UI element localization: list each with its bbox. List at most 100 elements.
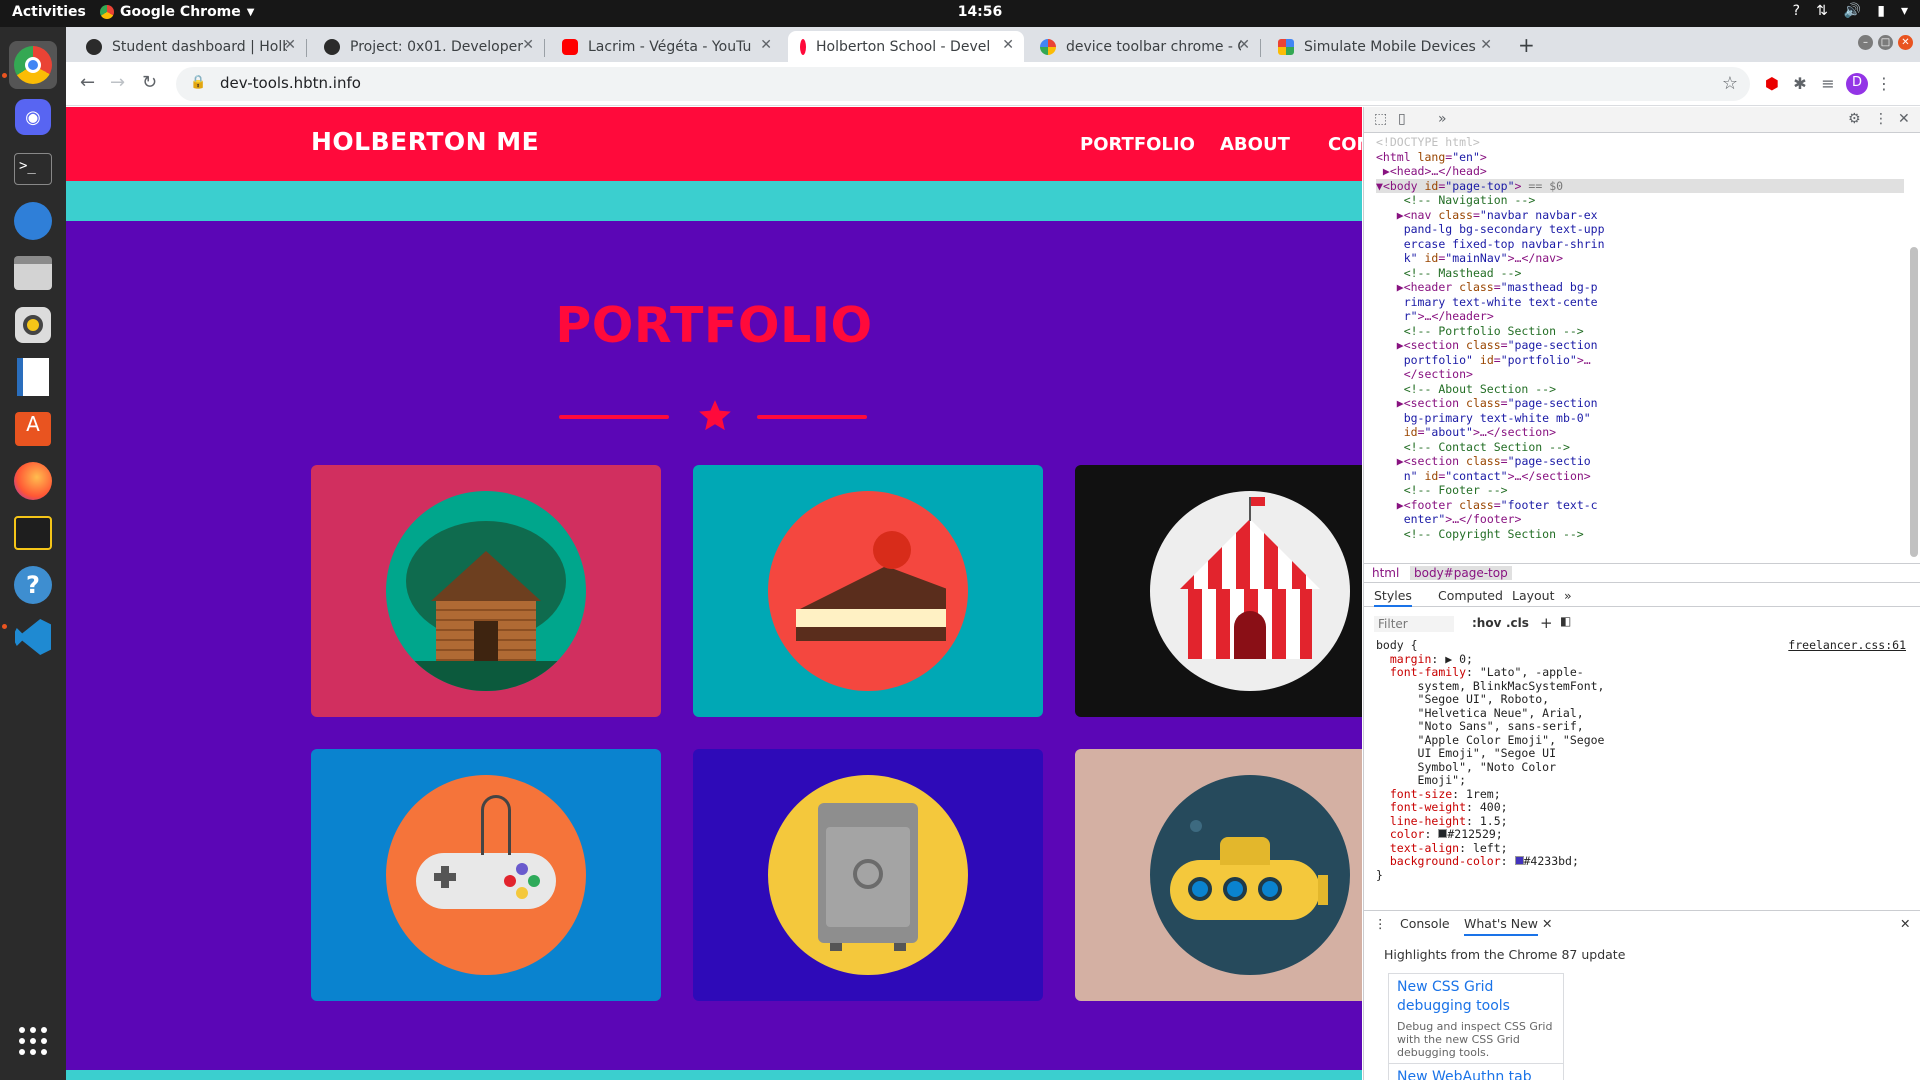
profile-avatar[interactable]: D: [1846, 73, 1868, 95]
tab-computed[interactable]: Computed: [1438, 588, 1503, 603]
dom-node-line[interactable]: ercase fixed-top navbar-shrin: [1376, 237, 1904, 252]
devtools-menu-icon[interactable]: ⋮: [1874, 111, 1888, 127]
new-tab-button[interactable]: +: [1518, 33, 1535, 57]
tab-console[interactable]: Console: [1400, 916, 1450, 931]
writer-icon[interactable]: [9, 353, 57, 401]
style-declaration[interactable]: background-color: #4233bd;: [1376, 854, 1906, 869]
tab-student-dashboard[interactable]: Student dashboard | Holb ✕: [74, 31, 306, 62]
tab-layout[interactable]: Layout: [1512, 588, 1555, 603]
vscode-icon[interactable]: [9, 613, 57, 661]
tab-holberton-active[interactable]: Holberton School - Develo ✕: [788, 31, 1024, 62]
dom-node-line[interactable]: <!-- Footer -->: [1376, 483, 1904, 498]
dom-scrollbar[interactable]: [1910, 247, 1918, 557]
dom-node-line[interactable]: <!-- Masthead -->: [1376, 266, 1904, 281]
style-declaration[interactable]: UI Emoji", "Segoe UI: [1376, 746, 1906, 761]
nav-link-portfolio[interactable]: PORTFOLIO: [1080, 134, 1195, 155]
styles-filter-input[interactable]: Filter: [1374, 616, 1454, 632]
dom-node-line[interactable]: ▶<nav class="navbar navbar-ex: [1376, 208, 1904, 223]
address-bar[interactable]: 🔒 dev-tools.hbtn.info ☆: [176, 67, 1750, 101]
style-declaration[interactable]: "Segoe UI", Roboto,: [1376, 692, 1906, 707]
style-declaration[interactable]: }: [1376, 868, 1906, 883]
close-icon[interactable]: ✕: [1002, 37, 1014, 53]
clock[interactable]: 14:56: [940, 4, 1020, 20]
nav-link-about[interactable]: ABOUT: [1220, 134, 1290, 155]
dom-node-line[interactable]: ▶<section class="page-sectio: [1376, 454, 1904, 469]
bookmark-star-icon[interactable]: ☆: [1722, 73, 1738, 94]
thunderbird-icon[interactable]: [9, 197, 57, 245]
settings-gear-icon[interactable]: ⚙: [1848, 111, 1861, 127]
rhythmbox-icon[interactable]: [9, 301, 57, 349]
whats-new-card-webauthn[interactable]: New WebAuthn tab: [1388, 1063, 1564, 1080]
style-declaration[interactable]: Emoji";: [1376, 773, 1906, 788]
software-center-icon[interactable]: A: [9, 405, 57, 453]
close-icon[interactable]: ✕: [522, 37, 534, 53]
files-icon[interactable]: [9, 249, 57, 297]
style-declaration[interactable]: "Noto Sans", sans-serif,: [1376, 719, 1906, 734]
dom-node-line[interactable]: enter">…</footer>: [1376, 512, 1904, 527]
system-tray[interactable]: ? ⇅ 🔊 ▮ ▾: [1793, 3, 1908, 19]
dom-node-line[interactable]: ▼<body id="page-top"> == $0: [1376, 178, 1904, 193]
chrome-icon[interactable]: [9, 41, 57, 89]
stylesheet-link[interactable]: freelancer.css:61: [1788, 638, 1906, 653]
style-declaration[interactable]: line-height: 1.5;: [1376, 814, 1906, 829]
dom-node-line[interactable]: ▶<section class="page-section: [1376, 396, 1904, 411]
help-tray-icon[interactable]: ?: [1793, 3, 1800, 19]
close-icon[interactable]: ✕: [1480, 37, 1492, 53]
network-icon[interactable]: ⇅: [1816, 3, 1828, 19]
dom-node-line[interactable]: <!-- About Section -->: [1376, 382, 1904, 397]
more-subtabs-icon[interactable]: »: [1564, 588, 1572, 603]
new-rule-icon[interactable]: +: [1540, 614, 1553, 632]
dom-node-line[interactable]: ▶<head>…</head>: [1376, 164, 1904, 179]
portfolio-item-circus[interactable]: [1075, 465, 1362, 717]
card-title[interactable]: New WebAuthn tab: [1397, 1068, 1555, 1080]
media-queue-icon[interactable]: ≡: [1818, 74, 1838, 94]
dom-node-line[interactable]: </section>: [1376, 367, 1904, 382]
nav-link-contact[interactable]: CONTACT: [1328, 134, 1362, 155]
maximize-button[interactable]: □: [1878, 35, 1893, 50]
devtools-close-icon[interactable]: ✕: [1898, 111, 1910, 127]
dom-node-line[interactable]: rimary text-white text-cente: [1376, 295, 1904, 310]
screenshot-icon[interactable]: [9, 509, 57, 557]
close-whats-new-icon[interactable]: ✕: [1542, 916, 1552, 931]
dom-node-line[interactable]: <!-- Contact Section -->: [1376, 440, 1904, 455]
window-close-button[interactable]: ✕: [1898, 35, 1913, 50]
url-text[interactable]: dev-tools.hbtn.info: [220, 74, 361, 92]
power-menu-icon[interactable]: ▾: [1901, 3, 1908, 19]
tab-project[interactable]: Project: 0x01. Developer t ✕: [312, 31, 544, 62]
portfolio-item-cabin[interactable]: [311, 465, 661, 717]
dom-node-line[interactable]: bg-primary text-white mb-0": [1376, 411, 1904, 426]
style-declaration[interactable]: "Helvetica Neue", Arial,: [1376, 706, 1906, 721]
toggle-sidebar-icon[interactable]: ◧: [1560, 614, 1571, 628]
style-declaration[interactable]: font-weight: 400;: [1376, 800, 1906, 815]
forward-arrow-icon[interactable]: →: [110, 72, 125, 93]
dom-node-line[interactable]: <!DOCTYPE html>: [1376, 135, 1904, 150]
back-arrow-icon[interactable]: ←: [80, 72, 95, 93]
app-grid-icon[interactable]: [9, 1017, 57, 1065]
app-menu[interactable]: Google Chrome ▼: [100, 4, 254, 20]
style-declaration[interactable]: font-family: "Lato", -apple-: [1376, 665, 1906, 680]
style-declaration[interactable]: system, BlinkMacSystemFont,: [1376, 679, 1906, 694]
style-declarations[interactable]: margin: ▶ 0; font-family: "Lato", -apple…: [1376, 652, 1906, 883]
style-declaration[interactable]: text-align: left;: [1376, 841, 1906, 856]
dom-node-line[interactable]: <html lang="en">: [1376, 150, 1904, 165]
activities-button[interactable]: Activities: [12, 4, 86, 20]
tab-simulate-mobile[interactable]: Simulate Mobile Devices w ✕: [1266, 31, 1502, 62]
portfolio-item-game-controller[interactable]: [311, 749, 661, 1001]
terminal-icon[interactable]: >_: [9, 145, 57, 193]
breadcrumb-html[interactable]: html: [1372, 566, 1399, 580]
site-brand[interactable]: HOLBERTON ME: [311, 127, 539, 156]
style-declaration[interactable]: margin: ▶ 0;: [1376, 652, 1906, 667]
cls-toggle[interactable]: .cls: [1506, 616, 1529, 630]
volume-icon[interactable]: 🔊: [1844, 3, 1861, 19]
dom-node-line[interactable]: <!-- Navigation -->: [1376, 193, 1904, 208]
battery-icon[interactable]: ▮: [1877, 3, 1885, 19]
whats-new-card-grid[interactable]: New CSS Grid debugging tools Debug and i…: [1388, 973, 1564, 1064]
breadcrumb-body[interactable]: body#page-top: [1410, 566, 1512, 580]
discord-icon[interactable]: ◉: [9, 93, 57, 141]
dom-node-line[interactable]: portfolio" id="portfolio">…: [1376, 353, 1904, 368]
dom-node-line[interactable]: n" id="contact">…</section>: [1376, 469, 1904, 484]
close-icon[interactable]: ✕: [1238, 37, 1250, 53]
close-icon[interactable]: ✕: [284, 37, 296, 53]
device-toolbar-icon[interactable]: ▯: [1398, 111, 1406, 127]
puzzle-extensions-icon[interactable]: ✱: [1790, 74, 1810, 94]
